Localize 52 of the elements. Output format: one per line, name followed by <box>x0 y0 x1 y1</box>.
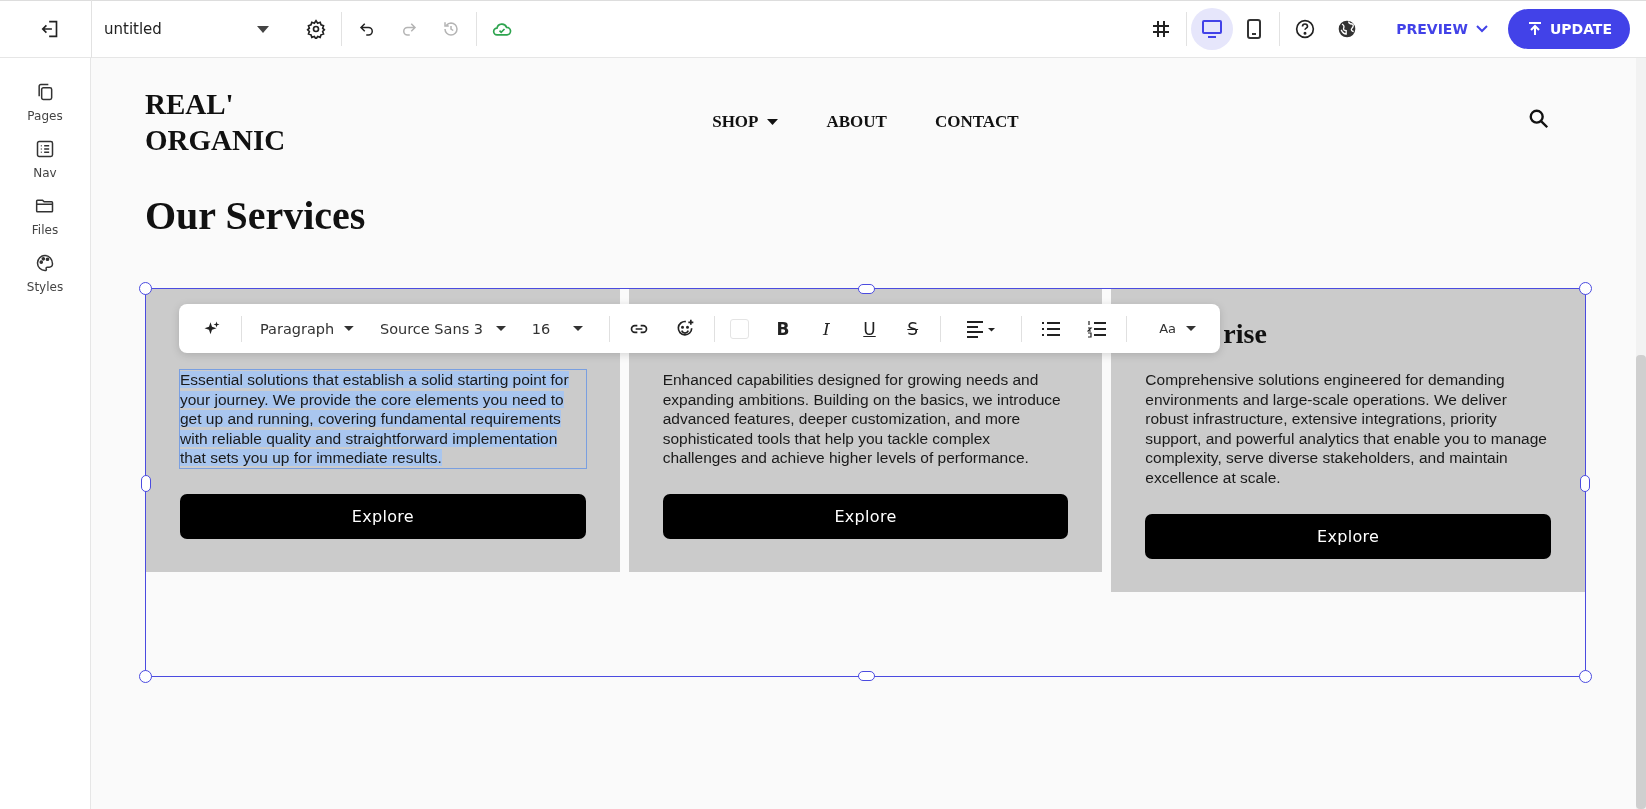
scrollbar[interactable] <box>1636 58 1646 809</box>
caret-icon <box>344 326 354 331</box>
nav-link[interactable]: ABOUT <box>826 112 887 132</box>
color-swatch[interactable] <box>730 318 750 339</box>
card-description: Enhanced capabilities designed for growing needs and expanding ambitions. Building on the basics, we introduce advanced features, deeper customization, and more sophisticated tools that help you tackle complex challenges and achieve higher levels of performance. <box>662 370 1062 468</box>
explore-button[interactable]: Explore <box>180 493 586 539</box>
resize-handle[interactable] <box>1579 670 1592 683</box>
copy-icon <box>35 82 55 102</box>
search-icon[interactable] <box>1528 108 1550 130</box>
strike-button[interactable]: S <box>891 310 935 347</box>
resize-handle[interactable] <box>141 474 151 492</box>
resize-handle[interactable] <box>139 670 152 683</box>
upload-icon <box>1527 22 1542 36</box>
palette-icon <box>35 253 55 273</box>
folder-icon <box>35 196 55 216</box>
cloud-check-icon <box>492 21 512 37</box>
text-size-dropdown[interactable]: Aa <box>1147 310 1210 347</box>
font-size-dropdown[interactable]: 16 <box>519 310 597 347</box>
site-logo: REAL' ORGANIC <box>145 87 286 158</box>
resize-handle[interactable] <box>1579 282 1592 295</box>
italic-button[interactable]: I <box>804 310 848 347</box>
resize-handle[interactable] <box>857 671 875 681</box>
section-heading: Our Services <box>145 192 367 240</box>
chevron-down-icon <box>1475 25 1488 33</box>
explore-button[interactable]: Explore <box>662 493 1069 539</box>
bold-button[interactable]: B <box>761 310 805 347</box>
resize-handle[interactable] <box>1580 474 1590 492</box>
caret-icon <box>495 326 506 331</box>
card-description: Comprehensive solutions engineered for demanding environments and large-scale operations. We deliver robust infrastructure, extensive integrations, priority support, and powerful analytics that enable you to manage complexity, serve diverse stakeholders, and maintain excellence at scale. <box>1145 370 1548 488</box>
caret-icon <box>257 25 269 33</box>
update-button[interactable]: UPDATE <box>1507 9 1630 49</box>
sidebar-item[interactable]: Files <box>31 196 59 237</box>
nav-link[interactable]: CONTACT <box>934 112 1019 132</box>
preview-button[interactable]: PREVIEW <box>1396 21 1488 37</box>
card-description: Essential solutions that establish a solid starting point for your journey. We provide the core elements you need to get up and running, covering fundamental requirements with reliable quality and straightforward implementation that sets you up for immediate results. <box>180 370 586 468</box>
caret-icon <box>1186 326 1196 331</box>
resize-handle[interactable] <box>139 282 152 295</box>
sidebar-item[interactable]: Pages <box>27 82 63 123</box>
caret-icon <box>767 119 779 125</box>
card-title: rise <box>1223 317 1268 351</box>
sidebar-item[interactable]: Nav <box>33 139 57 180</box>
font-dropdown[interactable]: Source Sans 3 <box>367 310 520 347</box>
explore-button[interactable]: Explore <box>1145 513 1551 559</box>
block-style-dropdown[interactable]: Paragraph <box>247 310 368 347</box>
file-dropdown[interactable]: untitled <box>104 20 269 38</box>
desktop-icon[interactable] <box>1191 8 1234 50</box>
caret-icon <box>572 326 583 331</box>
list-icon <box>35 139 55 159</box>
underline-button[interactable]: U <box>847 310 892 347</box>
resize-handle[interactable] <box>857 284 875 294</box>
nav-link[interactable]: SHOP <box>712 112 779 132</box>
sidebar-item[interactable]: Styles <box>26 253 64 294</box>
